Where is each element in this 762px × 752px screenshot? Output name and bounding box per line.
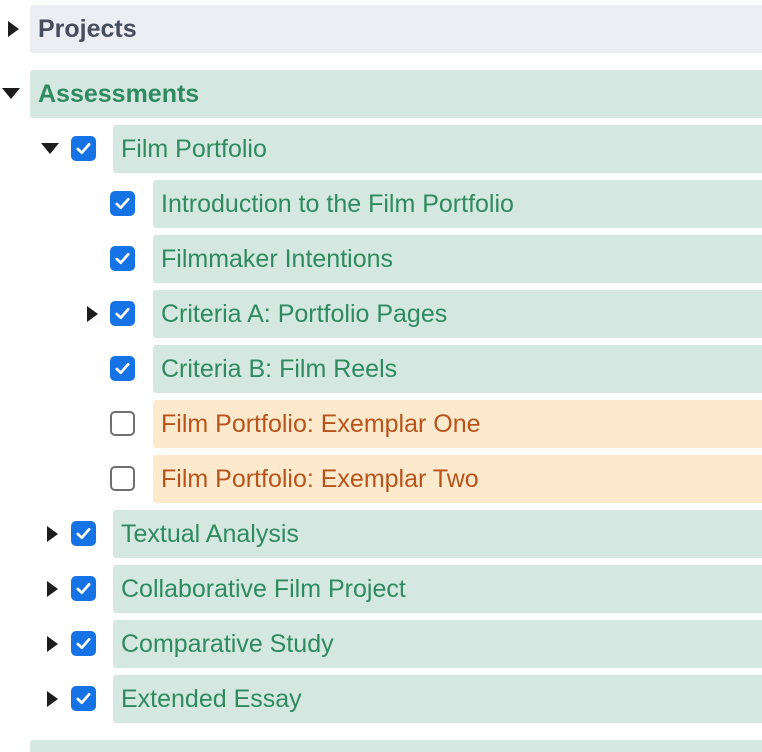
checkbox[interactable]: [110, 356, 135, 381]
checkmark-icon: [115, 197, 130, 210]
tree-row-collaborative-film-project: Collaborative Film Project: [0, 565, 762, 613]
row-label-intro[interactable]: Introduction to the Film Portfolio: [153, 180, 762, 228]
caret-right-icon[interactable]: [47, 581, 58, 597]
tree-row-child: Criteria B: Film Reels: [0, 345, 762, 393]
checkbox[interactable]: [110, 301, 135, 326]
checkbox[interactable]: [110, 466, 135, 491]
tree-row-child: Film Portfolio: Exemplar Two: [0, 455, 762, 503]
row-label-assessments[interactable]: Assessments: [30, 70, 762, 118]
checkmark-icon: [115, 362, 130, 375]
row-label-extended-essay[interactable]: Extended Essay: [113, 675, 762, 723]
checkmark-icon: [76, 582, 91, 595]
checkmark-icon: [115, 307, 130, 320]
caret-right-icon[interactable]: [47, 691, 58, 707]
checkbox[interactable]: [71, 686, 96, 711]
checkmark-icon: [115, 252, 130, 265]
caret-down-icon[interactable]: [2, 88, 20, 99]
course-outline-tree: Projects Assessments Film Portfolio Intr…: [0, 0, 762, 752]
row-label-filmmaker-intentions[interactable]: Filmmaker Intentions: [153, 235, 762, 283]
row-label-projects[interactable]: Projects: [30, 5, 762, 53]
tree-row-child: Introduction to the Film Portfolio: [0, 180, 762, 228]
caret-right-icon[interactable]: [47, 636, 58, 652]
row-label-criteria-b[interactable]: Criteria B: Film Reels: [153, 345, 762, 393]
row-label-film-portfolio[interactable]: Film Portfolio: [113, 125, 762, 173]
tree-row-textual-analysis: Textual Analysis: [0, 510, 762, 558]
checkbox[interactable]: [71, 136, 96, 161]
caret-right-icon[interactable]: [87, 306, 98, 322]
checkbox[interactable]: [71, 576, 96, 601]
tree-row-assessments: Assessments: [0, 70, 762, 118]
checkbox[interactable]: [71, 631, 96, 656]
caret-down-icon[interactable]: [41, 143, 59, 154]
tree-row-child: Filmmaker Intentions: [0, 235, 762, 283]
row-label-comparative-study[interactable]: Comparative Study: [113, 620, 762, 668]
row-label-reading-files[interactable]: Reading Files: [30, 740, 762, 752]
row-label-exemplar-two[interactable]: Film Portfolio: Exemplar Two: [153, 455, 762, 503]
tree-row-comparative-study: Comparative Study: [0, 620, 762, 668]
row-label-exemplar-one[interactable]: Film Portfolio: Exemplar One: [153, 400, 762, 448]
tree-row-child: Film Portfolio: Exemplar One: [0, 400, 762, 448]
tree-row-projects: Projects: [0, 5, 762, 53]
tree-row-reading-files: Reading Files: [0, 740, 762, 752]
tree-row-child: Criteria A: Portfolio Pages: [0, 290, 762, 338]
row-label-criteria-a[interactable]: Criteria A: Portfolio Pages: [153, 290, 762, 338]
row-label-textual-analysis[interactable]: Textual Analysis: [113, 510, 762, 558]
checkbox[interactable]: [110, 411, 135, 436]
checkmark-icon: [76, 527, 91, 540]
checkmark-icon: [76, 692, 91, 705]
checkbox[interactable]: [110, 191, 135, 216]
caret-right-icon[interactable]: [47, 526, 58, 542]
row-label-collaborative-film-project[interactable]: Collaborative Film Project: [113, 565, 762, 613]
checkmark-icon: [76, 142, 91, 155]
checkmark-icon: [76, 637, 91, 650]
tree-row-extended-essay: Extended Essay: [0, 675, 762, 723]
checkbox[interactable]: [110, 246, 135, 271]
caret-right-icon[interactable]: [8, 21, 19, 37]
tree-row-film-portfolio: Film Portfolio: [0, 125, 762, 173]
checkbox[interactable]: [71, 521, 96, 546]
